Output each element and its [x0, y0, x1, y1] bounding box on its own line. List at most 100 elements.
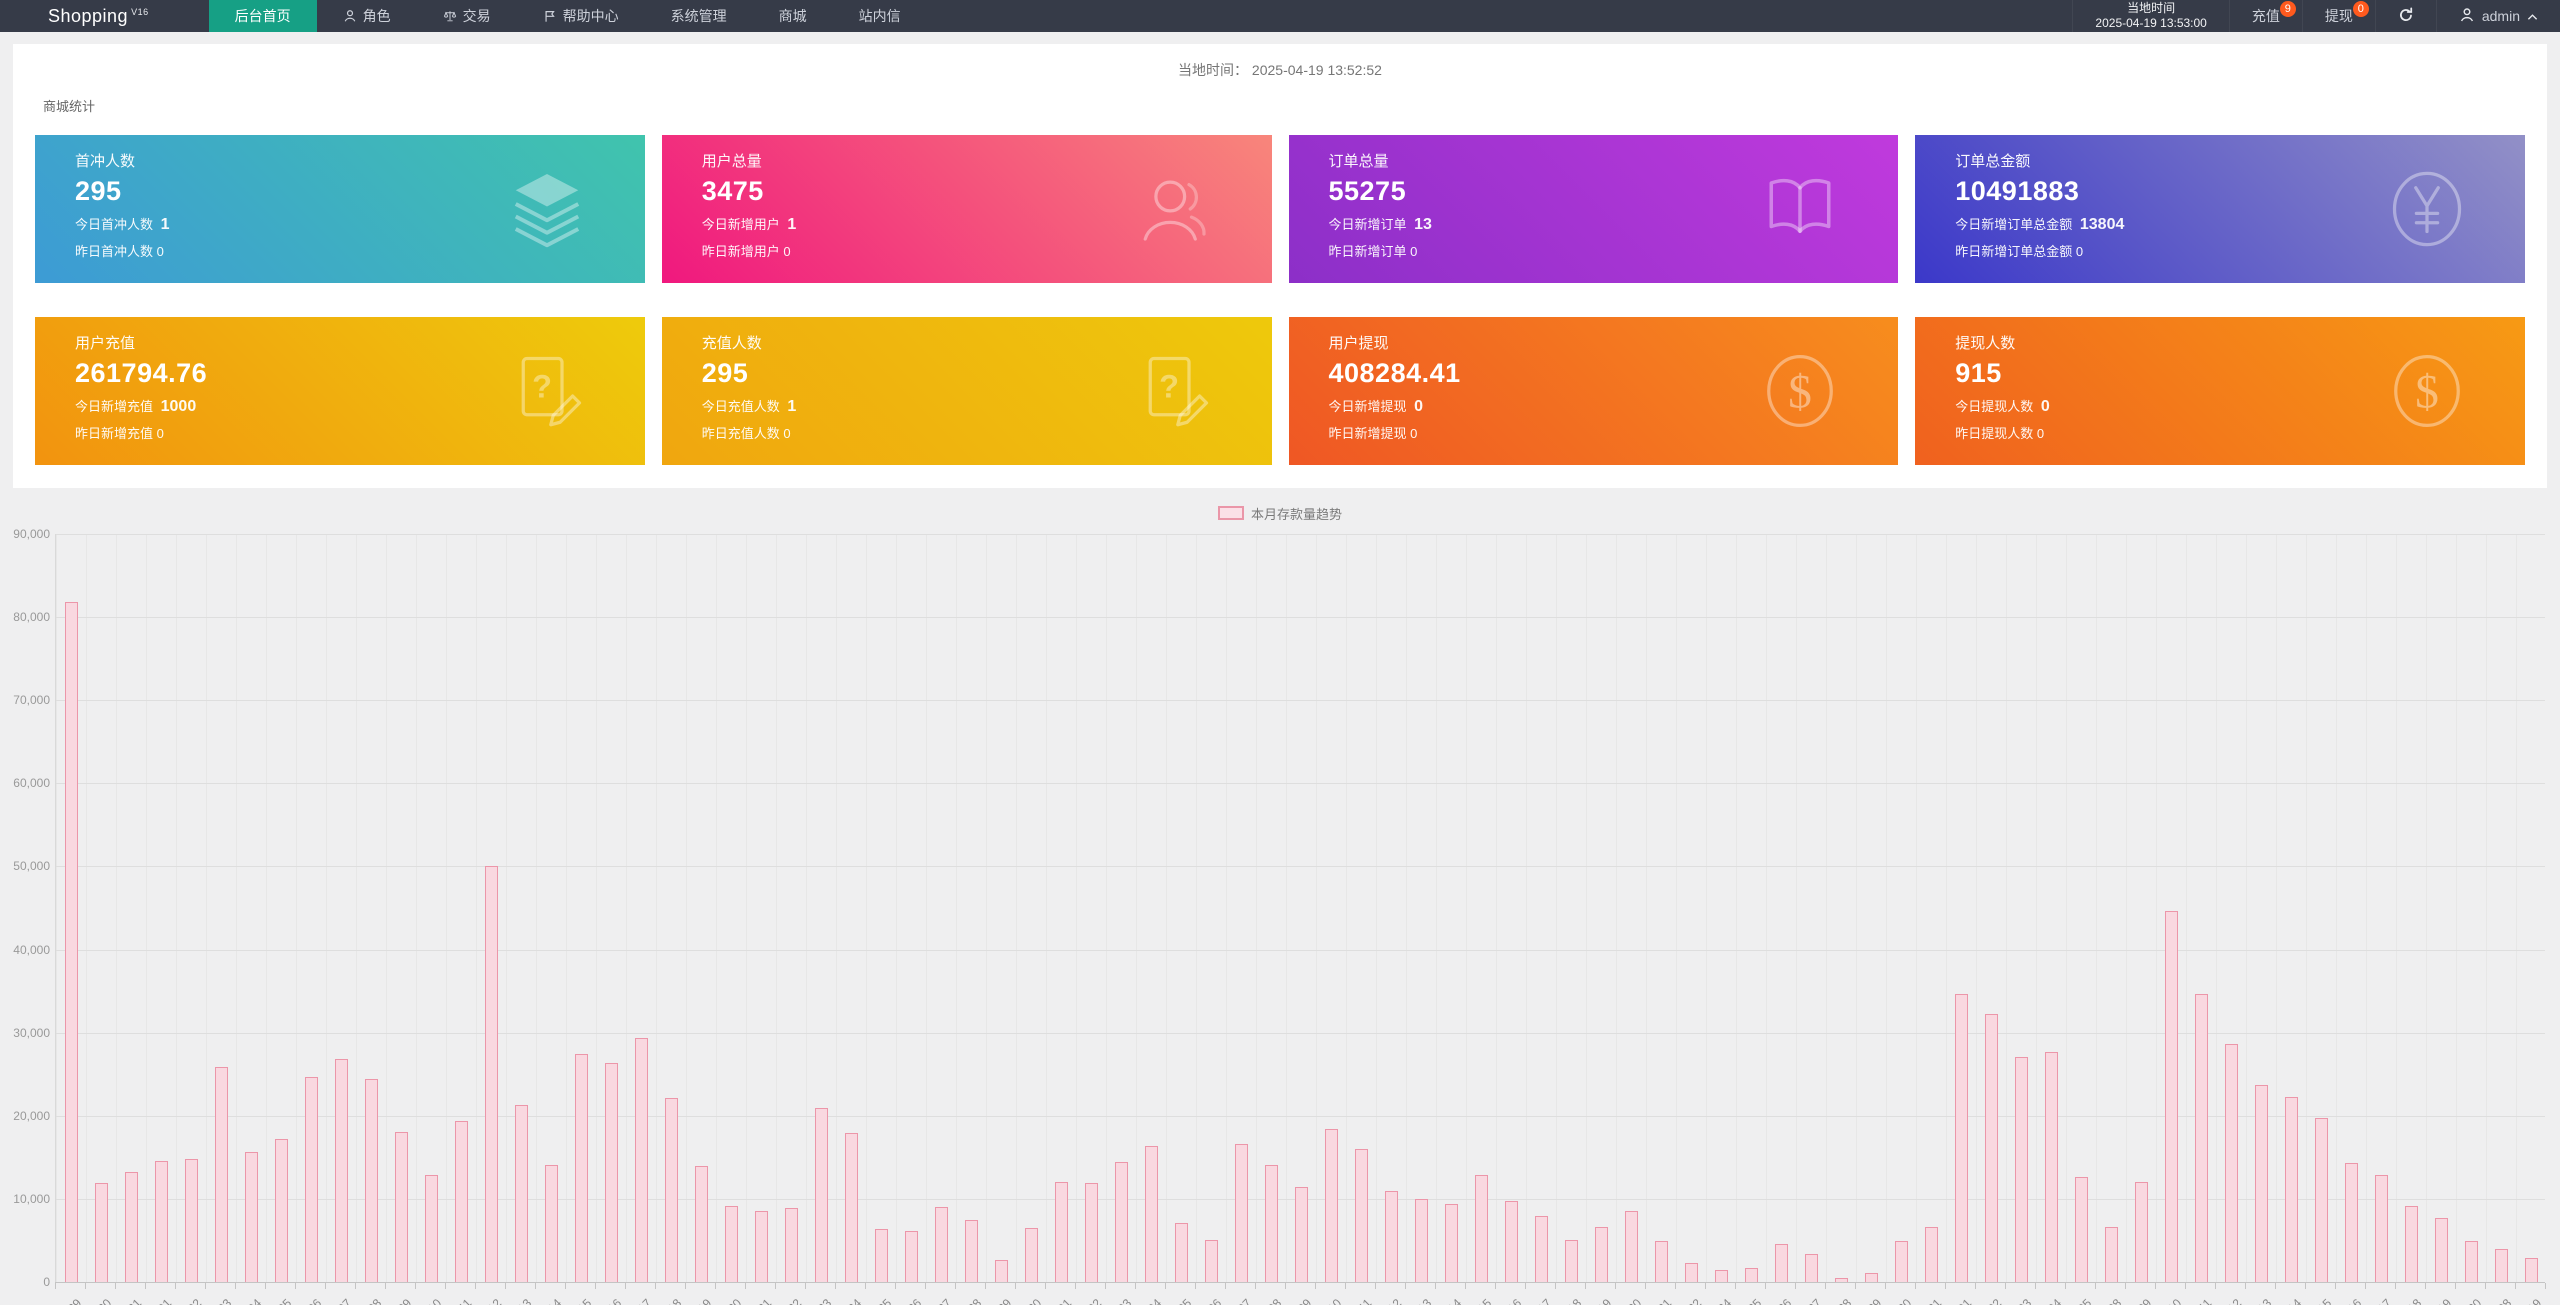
menu-item-1[interactable]: 后台首页 — [209, 0, 317, 32]
x-axis-tick-label: 04 — [1145, 1296, 1164, 1305]
recharge-label: 充值 — [2252, 6, 2280, 26]
x-axis-tick-label: 14 — [2285, 1296, 2304, 1305]
x-axis-tick-label: 22 — [785, 1296, 804, 1305]
x-axis-tick-label: 17 — [635, 1296, 654, 1305]
menu-item-5[interactable]: 系统管理 — [645, 0, 753, 32]
y-axis-tick-label: 50,000 — [0, 859, 50, 873]
chart-bar — [2135, 1182, 2148, 1282]
x-axis-tick-label: 03 — [2015, 1296, 2034, 1305]
y-axis-tick-label: 30,000 — [0, 1026, 50, 1040]
refresh-button[interactable] — [2375, 0, 2436, 32]
x-axis-tick-label: 29 — [1865, 1296, 1884, 1305]
y-axis-tick-label: 90,000 — [0, 527, 50, 541]
user-menu[interactable]: admin — [2436, 0, 2560, 32]
chart-bar — [1325, 1129, 1338, 1282]
x-axis-tick-label: 21 — [755, 1296, 774, 1305]
x-axis-tick-label: 18 — [1565, 1296, 1584, 1305]
menu-item-2[interactable]: 角色 — [317, 0, 417, 32]
gridline — [56, 783, 2545, 784]
chart-bar — [485, 866, 498, 1282]
chart-bar — [1205, 1240, 1218, 1282]
x-axis-tick-label: 08 — [1265, 1296, 1284, 1305]
menu-item-3[interactable]: 交易 — [417, 0, 517, 32]
menu-item-label: 系统管理 — [671, 6, 727, 26]
x-axis-tick-label: 11 — [2195, 1296, 2214, 1305]
person-icon — [343, 9, 357, 23]
x-axis-tick-label: 28 — [1835, 1296, 1854, 1305]
chart-bar — [2165, 911, 2178, 1282]
refresh-icon — [2398, 7, 2414, 26]
chart-bar — [515, 1105, 528, 1282]
chart-legend[interactable]: 本月存款量趋势 — [0, 500, 2560, 526]
x-axis-tick-label: 11 — [455, 1296, 474, 1305]
x-axis-tick-label: 09 — [1295, 1296, 1314, 1305]
x-axis-tick-label: 16 — [605, 1296, 624, 1305]
x-axis-tick-label: 14 — [1445, 1296, 1464, 1305]
chart-bar — [1235, 1144, 1248, 1282]
chart-bar — [695, 1166, 708, 1282]
svg-text:$: $ — [1788, 366, 1812, 418]
x-axis-tick-label: 17 — [1535, 1296, 1554, 1305]
x-axis-tick-label: 16 — [1505, 1296, 1524, 1305]
layers-icon — [507, 169, 587, 249]
chart-bar — [605, 1063, 618, 1282]
chart-bar — [2225, 1044, 2238, 1282]
x-axis-tick-label: 10 — [1325, 1296, 1344, 1305]
menu-item-label: 角色 — [363, 6, 391, 26]
menu-item-6[interactable]: 商城 — [753, 0, 833, 32]
x-axis-tick-label: 15 — [1475, 1296, 1494, 1305]
flag-icon — [543, 9, 557, 23]
chart-bar — [785, 1208, 798, 1282]
chart-bar — [1265, 1165, 1278, 1282]
chart-bar — [1715, 1270, 1728, 1282]
chart-bar — [845, 1133, 858, 1282]
x-axis-tick-label: 13 — [2255, 1296, 2274, 1305]
x-axis-tick-label: 20 — [725, 1296, 744, 1305]
withdraw-nav-item[interactable]: 提现 0 — [2302, 0, 2375, 32]
panel-local-time: 当地时间： 2025-04-19 13:52:52 — [13, 44, 2547, 80]
chart-bar — [1805, 1254, 1818, 1282]
chart-bar — [1985, 1014, 1998, 1282]
card-title: 提现人数 — [1955, 332, 2525, 353]
x-axis-tick-label: 02 — [1085, 1296, 1104, 1305]
chart-bar — [455, 1121, 468, 1282]
x-axis-tick-label: 12 — [2225, 1296, 2244, 1305]
chart-bar — [1625, 1211, 1638, 1282]
chart-bar — [2255, 1085, 2268, 1282]
chart-bar — [395, 1132, 408, 1282]
withdraw-badge: 0 — [2353, 1, 2369, 17]
card-title: 用户总量 — [702, 150, 1272, 171]
x-axis-tick-label: 29 — [995, 1296, 1014, 1305]
chart-bar — [905, 1231, 918, 1282]
chart-bar — [1385, 1191, 1398, 1282]
x-axis-tick-label: 21 — [1655, 1296, 1674, 1305]
yen-icon — [2387, 169, 2467, 249]
x-axis-tick-label: 11 — [1355, 1296, 1374, 1305]
chart-bar — [2375, 1175, 2388, 1282]
chart-bar — [875, 1229, 888, 1282]
x-axis-tick-label: 07 — [335, 1296, 354, 1305]
app-logo: ShoppingV16 — [0, 0, 209, 32]
chart-bar — [2345, 1163, 2358, 1282]
x-axis-tick-label: 26 — [1775, 1296, 1794, 1305]
dollar-icon: $ — [1760, 351, 1840, 431]
x-axis-tick-label: 08 — [2105, 1296, 2124, 1305]
doc-edit-icon: ? — [507, 351, 587, 431]
chart-bar — [1505, 1201, 1518, 1282]
chevron-up-icon — [2527, 8, 2538, 24]
menu-item-7[interactable]: 站内信 — [833, 0, 927, 32]
menu-item-4[interactable]: 帮助中心 — [517, 0, 645, 32]
x-axis-tick-label: 18 — [665, 1296, 684, 1305]
chart-bar — [1565, 1240, 1578, 1282]
chart-bar — [755, 1211, 768, 1282]
card-title: 用户提现 — [1329, 332, 1899, 353]
gridline — [56, 700, 2545, 701]
x-axis-tick-label: 13 — [515, 1296, 534, 1305]
x-axis-tick-label: 08 — [365, 1296, 384, 1305]
chart-bar — [1415, 1199, 1428, 1282]
chart-bar — [1055, 1182, 1068, 1282]
recharge-nav-item[interactable]: 充值 9 — [2229, 0, 2302, 32]
card-title: 充值人数 — [702, 332, 1272, 353]
svg-text:?: ? — [1159, 368, 1179, 404]
chart-bar — [2525, 1258, 2538, 1282]
